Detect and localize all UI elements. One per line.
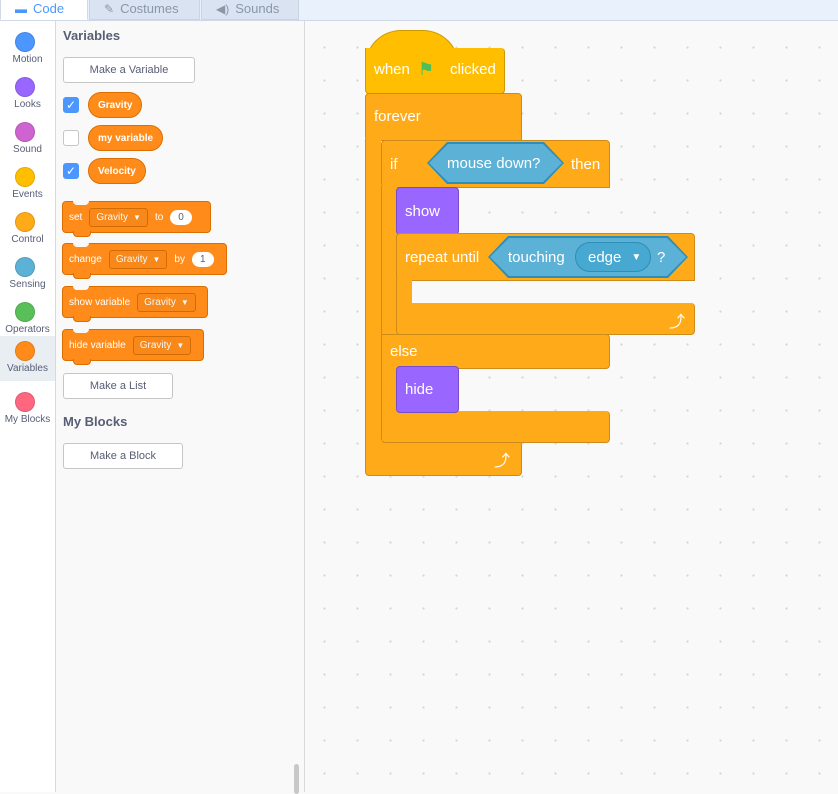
hide-block[interactable]: hide xyxy=(396,366,459,413)
forever-top: forever xyxy=(365,93,522,141)
check-icon: ✓ xyxy=(65,98,77,112)
category-sensing[interactable]: Sensing xyxy=(0,251,55,296)
category-control[interactable]: Control xyxy=(0,206,55,251)
category-sound[interactable]: Sound xyxy=(0,116,55,161)
hat-body: when ⚑ clicked xyxy=(365,48,505,94)
loop-arrow-icon: ⤴ xyxy=(669,314,686,331)
dropdown-arrow-icon: ▼ xyxy=(176,340,185,350)
dropdown-arrow-icon: ▼ xyxy=(152,254,161,264)
category-variables[interactable]: Variables xyxy=(0,336,55,381)
variable-dropdown[interactable]: Gravity ▼ xyxy=(108,249,168,269)
events-dot-icon xyxy=(15,167,35,187)
show-block[interactable]: show xyxy=(396,187,459,235)
variable-dropdown[interactable]: Gravity ▼ xyxy=(132,335,192,355)
my-blocks-section-title: My Blocks xyxy=(63,414,128,429)
dropdown-arrow-icon: ▼ xyxy=(631,251,642,263)
tab-costumes[interactable]: ✎ Costumes xyxy=(89,0,200,20)
speaker-icon: ◀) xyxy=(216,1,230,16)
variables-dot-icon xyxy=(15,341,35,361)
make-block-button[interactable]: Make a Block xyxy=(63,443,183,469)
category-events[interactable]: Events xyxy=(0,161,55,206)
change-variable-block[interactable]: change Gravity ▼ by 1 xyxy=(62,243,227,279)
forever-bottom: ⤴ xyxy=(365,441,522,476)
variable-dropdown[interactable]: Gravity ▼ xyxy=(137,292,196,312)
make-list-button[interactable]: Make a List xyxy=(63,373,173,399)
code-icon: ▬ xyxy=(15,1,27,16)
if-arm xyxy=(381,186,397,342)
variables-section-title: Variables xyxy=(63,28,121,43)
brush-icon: ✎ xyxy=(104,1,115,16)
sound-dot-icon xyxy=(15,122,35,142)
repeat-arm xyxy=(396,279,412,305)
palette-scrollbar[interactable] xyxy=(294,764,299,794)
velocity-checkbox[interactable]: ✓ xyxy=(63,163,79,179)
category-menu: Motion Looks Sound Events Control Sensin… xyxy=(0,21,56,792)
else-arm xyxy=(381,367,397,413)
gravity-checkbox[interactable]: ✓ xyxy=(63,97,79,113)
tab-code[interactable]: ▬ Code xyxy=(0,0,88,20)
hide-variable-block[interactable]: hide variable Gravity ▼ xyxy=(62,329,204,365)
code-area[interactable]: when ⚑ clicked forever ⤴ if then mouse d… xyxy=(305,21,838,792)
else-bar: else xyxy=(381,334,610,369)
gravity-reporter[interactable]: Gravity xyxy=(88,92,143,118)
operators-dot-icon xyxy=(15,302,35,322)
category-motion[interactable]: Motion xyxy=(0,26,55,71)
control-dot-icon xyxy=(15,212,35,232)
touching-target-dropdown[interactable]: edge ▼ xyxy=(575,242,651,272)
looks-dot-icon xyxy=(15,77,35,97)
tab-sounds[interactable]: ◀) Sounds xyxy=(201,0,299,20)
category-looks[interactable]: Looks xyxy=(0,71,55,116)
category-my-blocks[interactable]: My Blocks xyxy=(0,386,55,431)
block-palette: Variables Make a Variable ✓ Gravity my v… xyxy=(56,21,305,794)
my-blocks-dot-icon xyxy=(15,392,35,412)
velocity-reporter[interactable]: Velocity xyxy=(88,158,146,184)
green-flag-icon: ⚑ xyxy=(418,59,435,79)
dropdown-arrow-icon: ▼ xyxy=(180,297,189,307)
set-variable-block[interactable]: set Gravity ▼ to 0 xyxy=(62,201,211,237)
forever-arm xyxy=(365,139,381,454)
loop-arrow-icon: ⤴ xyxy=(494,453,511,470)
my-variable-reporter[interactable]: my variable xyxy=(88,125,164,151)
motion-dot-icon xyxy=(15,32,35,52)
show-variable-block[interactable]: show variable Gravity ▼ xyxy=(62,286,208,322)
check-icon: ✓ xyxy=(65,164,77,178)
editor-tabs: ▬ Code ✎ Costumes ◀) Sounds xyxy=(0,0,838,21)
dropdown-arrow-icon: ▼ xyxy=(133,212,141,222)
category-operators[interactable]: Operators xyxy=(0,296,55,341)
mouse-down-label: mouse down? xyxy=(447,155,541,172)
if-bottom xyxy=(381,411,610,443)
make-variable-button[interactable]: Make a Variable xyxy=(63,57,195,83)
variable-dropdown[interactable]: Gravity ▼ xyxy=(89,207,148,227)
value-input[interactable]: 1 xyxy=(191,251,214,267)
my-variable-checkbox[interactable] xyxy=(63,130,79,146)
repeat-until-bottom: ⤴ xyxy=(396,303,695,335)
value-input[interactable]: 0 xyxy=(170,209,192,225)
sensing-dot-icon xyxy=(15,257,35,277)
